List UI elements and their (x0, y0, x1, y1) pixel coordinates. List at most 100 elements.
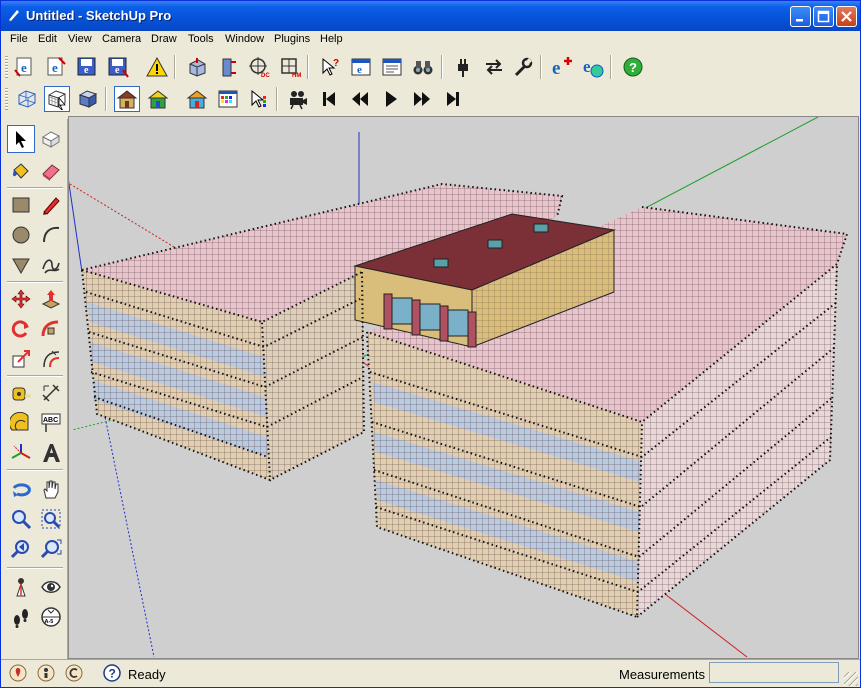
text-tool-button[interactable]: ABC (37, 409, 65, 437)
menu-draw[interactable]: Draw (151, 33, 177, 45)
copyright-icon[interactable] (65, 664, 83, 682)
eraser-button[interactable] (37, 157, 65, 185)
zone-dc-button[interactable]: DC (246, 54, 272, 80)
menu-window[interactable]: Window (225, 33, 264, 45)
movie-camera-button[interactable] (285, 86, 311, 112)
previous-view-button[interactable] (7, 535, 35, 563)
3d-text-button[interactable] (37, 439, 65, 467)
xray-view-button[interactable] (14, 86, 40, 112)
toolbar-separator (610, 55, 612, 79)
push-pull-tool-button[interactable] (37, 285, 65, 313)
warning-button[interactable] (144, 54, 170, 80)
select-arrow-icon (16, 131, 26, 148)
house-texture-button[interactable] (184, 86, 210, 112)
play-button[interactable] (378, 86, 404, 112)
geo-location-icon[interactable] (9, 664, 27, 682)
protractor-button[interactable] (7, 409, 35, 437)
plug-button[interactable] (450, 54, 476, 80)
menu-tools[interactable]: Tools (188, 33, 214, 45)
next-frame-button[interactable] (409, 86, 435, 112)
menu-edit[interactable]: Edit (38, 33, 57, 45)
zone-hm-button[interactable]: HM (277, 54, 303, 80)
minimize-button[interactable] (790, 6, 811, 27)
move-tool-button[interactable] (7, 285, 35, 313)
ie-window-icon: e (351, 58, 371, 76)
model-stats-button[interactable] (215, 54, 241, 80)
offset-tool-button[interactable] (37, 345, 65, 373)
freehand-tool-button[interactable] (37, 251, 65, 279)
resize-grip[interactable] (844, 672, 858, 686)
swap-button[interactable] (481, 54, 507, 80)
house-style-button[interactable] (114, 86, 140, 112)
zoom-extents-button[interactable] (37, 535, 65, 563)
select-tool-button[interactable] (7, 125, 35, 153)
section-plane-button[interactable]: A-5 (37, 603, 65, 631)
menu-camera[interactable]: Camera (102, 33, 141, 45)
rectangle-tool-button[interactable] (7, 191, 35, 219)
model-info-button[interactable] (184, 54, 210, 80)
follow-me-tool-button[interactable] (37, 315, 65, 343)
walk-tool-button[interactable] (7, 603, 35, 631)
pan-tool-button[interactable] (37, 475, 65, 503)
color-pointer-button[interactable] (246, 86, 272, 112)
column (467, 311, 477, 348)
dimension-button[interactable] (37, 379, 65, 407)
palette-button[interactable] (215, 86, 241, 112)
arc-tool-button[interactable] (37, 221, 65, 249)
look-around-button[interactable] (37, 573, 65, 601)
make-component-button[interactable] (37, 125, 65, 153)
green-help-button[interactable]: ? (620, 54, 646, 80)
close-button[interactable] (836, 6, 857, 27)
ie-import-button[interactable]: e (43, 54, 69, 80)
ie-add-button[interactable]: e (549, 54, 575, 80)
menu-file[interactable]: File (10, 33, 28, 45)
orbit-tool-button[interactable] (7, 475, 35, 503)
maximize-button[interactable] (813, 6, 834, 27)
measurements-input[interactable] (709, 662, 839, 683)
ie-export-button[interactable]: e (12, 54, 38, 80)
wrench-button[interactable] (510, 54, 536, 80)
axes-tool-button[interactable] (7, 439, 35, 467)
zoom-tool-button[interactable] (7, 505, 35, 533)
help-pointer-button[interactable]: ? (317, 54, 343, 80)
menu-view[interactable]: View (68, 33, 92, 45)
zoom-extents-icon (40, 539, 62, 559)
title-bar[interactable]: Untitled - SketchUp Pro (1, 1, 860, 31)
hidden-line-view-button[interactable] (44, 86, 70, 112)
status-text: Ready (128, 667, 166, 682)
help-icon[interactable]: ? (103, 664, 121, 682)
house-color-button[interactable] (145, 86, 171, 112)
binoculars-button[interactable] (410, 54, 436, 80)
scale-tool-button[interactable] (7, 345, 35, 373)
line-tool-button[interactable] (37, 191, 65, 219)
tape-measure-button[interactable] (7, 379, 35, 407)
previous-frame-button[interactable] (347, 86, 373, 112)
orbit-icon (12, 483, 31, 497)
first-frame-button[interactable] (316, 86, 342, 112)
ie-save-as-icon: e (108, 57, 129, 78)
last-frame-button[interactable] (440, 86, 466, 112)
circle-tool-button[interactable] (7, 221, 35, 249)
menu-help[interactable]: Help (320, 33, 343, 45)
arc-icon (43, 226, 60, 243)
ie-save-as-button[interactable]: e (105, 54, 131, 80)
dialog-button[interactable] (379, 54, 405, 80)
binoculars-icon (413, 61, 433, 75)
toolbar-grip[interactable] (5, 56, 8, 78)
position-camera-button[interactable] (7, 573, 35, 601)
polygon-tool-button[interactable] (7, 251, 35, 279)
paint-bucket-button[interactable] (7, 157, 35, 185)
rotate-tool-button[interactable] (7, 315, 35, 343)
credits-icon[interactable] (37, 664, 55, 682)
protractor-icon (10, 412, 29, 431)
menu-plugins[interactable]: Plugins (274, 33, 310, 45)
shaded-view-button[interactable] (75, 86, 101, 112)
zoom-window-button[interactable] (37, 505, 65, 533)
toolbar-grip[interactable] (5, 88, 8, 110)
model-viewport[interactable] (68, 116, 859, 659)
zone-hm-icon: HM (281, 58, 301, 78)
svg-text:e: e (115, 65, 120, 76)
ie-globe-button[interactable]: e (580, 54, 606, 80)
ie-save-button[interactable]: e (74, 54, 100, 80)
ie-window-button[interactable]: e (348, 54, 374, 80)
